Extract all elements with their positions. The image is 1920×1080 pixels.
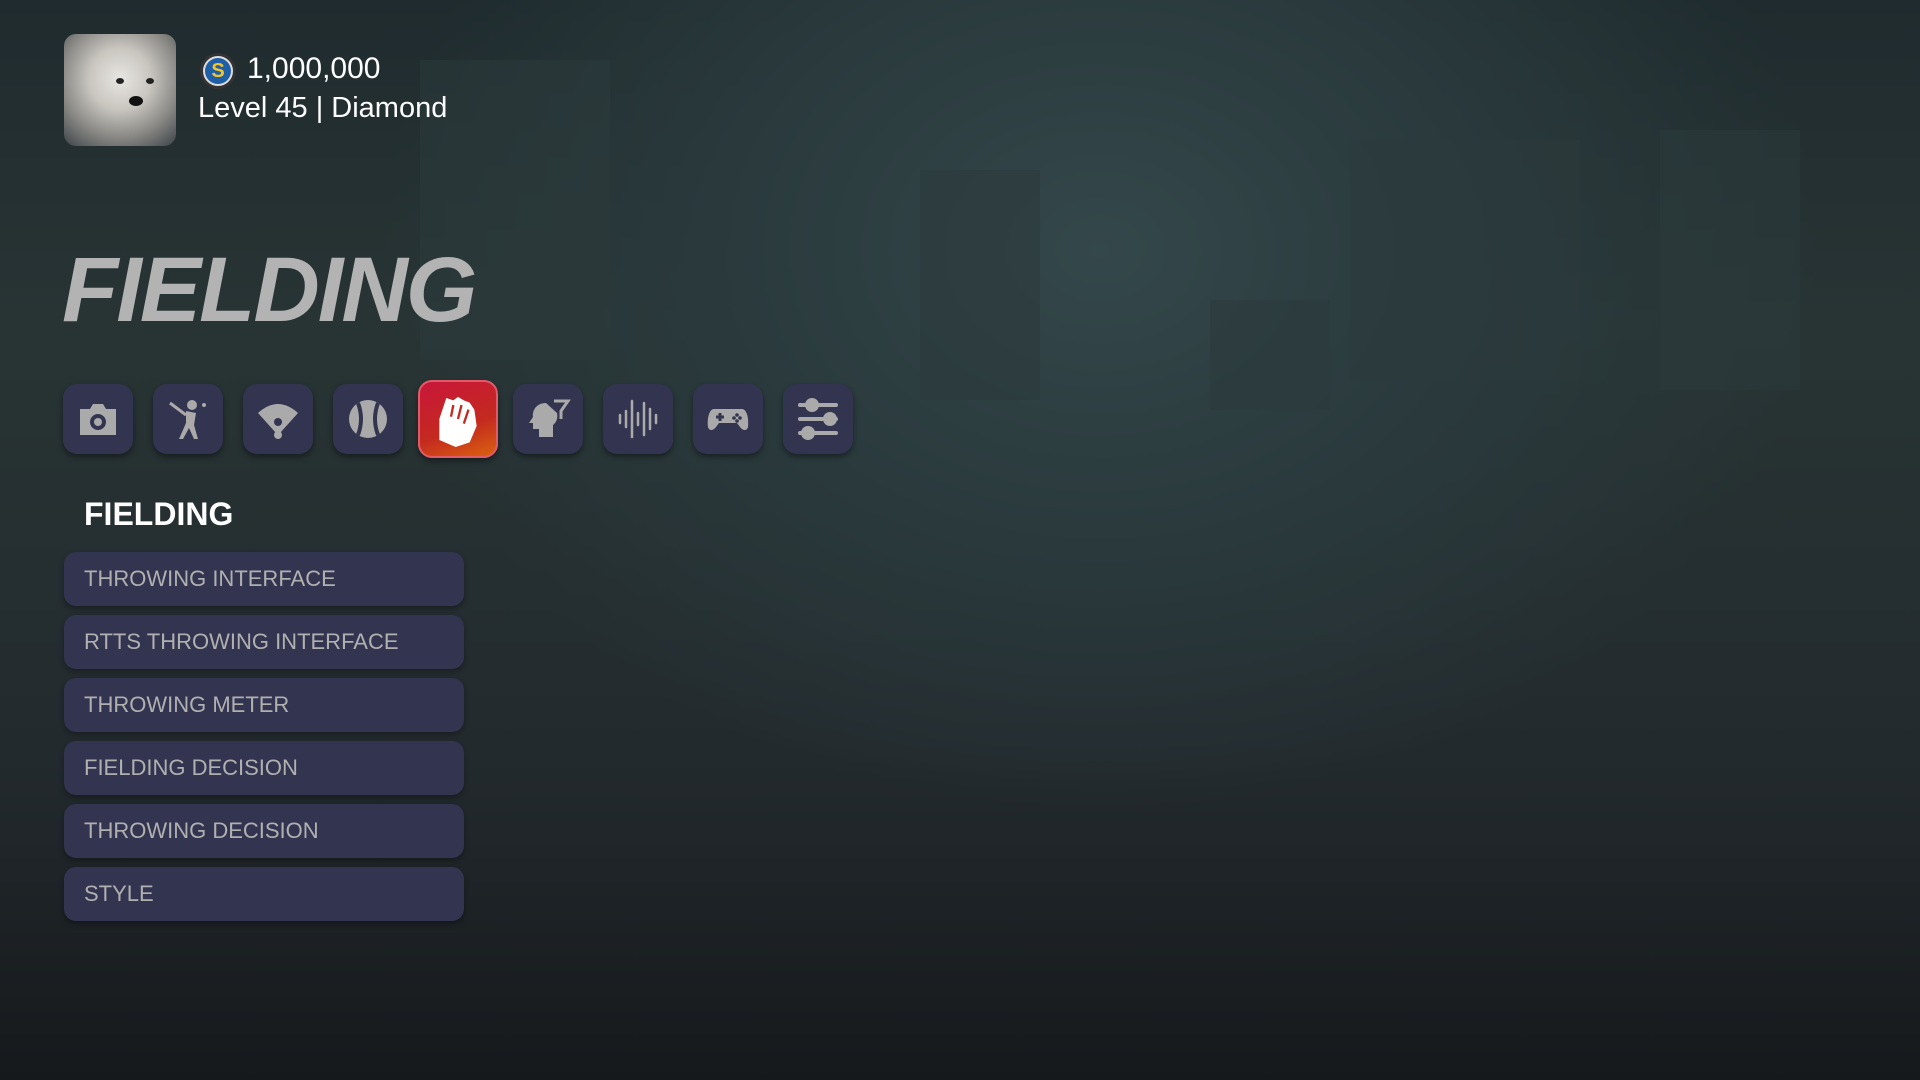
- tab-batting[interactable]: [153, 384, 223, 454]
- player-level: Level 45 | Diamond: [198, 92, 448, 124]
- menu-item-throwing-meter[interactable]: THROWING METER: [64, 678, 464, 732]
- menu-item-throwing-interface[interactable]: THROWING INTERFACE: [64, 552, 464, 606]
- tab-controller[interactable]: [693, 384, 763, 454]
- tab-mind[interactable]: [513, 384, 583, 454]
- credits-balance: 1,000,000: [247, 52, 381, 85]
- batter-icon: [169, 400, 206, 439]
- tab-pitching[interactable]: [333, 384, 403, 454]
- tab-settings[interactable]: [783, 384, 853, 454]
- section-heading: FIELDING: [84, 496, 234, 532]
- tab-fielding[interactable]: [418, 380, 498, 458]
- camera-icon: [80, 404, 116, 435]
- gamepad-icon: [707, 409, 749, 430]
- background-building: [920, 170, 1040, 400]
- baseball-field-icon: [258, 404, 298, 439]
- tab-field[interactable]: [243, 384, 313, 454]
- menu-item-throwing-decision[interactable]: THROWING DECISION: [64, 804, 464, 858]
- stubs-coin-icon: S: [200, 53, 236, 89]
- avatar[interactable]: [64, 34, 176, 146]
- menu-item-fielding-decision[interactable]: FIELDING DECISION: [64, 741, 464, 795]
- background-building: [1350, 140, 1580, 380]
- sliders-icon: [798, 398, 838, 440]
- menu-item-rtts-throwing-interface[interactable]: RTTS THROWING INTERFACE: [64, 615, 464, 669]
- baseball-icon: [349, 400, 387, 438]
- background-building: [1210, 300, 1330, 410]
- glove-icon: [439, 396, 477, 447]
- tab-camera[interactable]: [63, 384, 133, 454]
- head-icon: [529, 399, 571, 437]
- page-title: FIELDING: [62, 239, 477, 341]
- tab-audio[interactable]: [603, 384, 673, 454]
- audio-wave-icon: [618, 399, 658, 439]
- menu-item-style[interactable]: STYLE: [64, 867, 464, 921]
- background-building: [1660, 130, 1800, 390]
